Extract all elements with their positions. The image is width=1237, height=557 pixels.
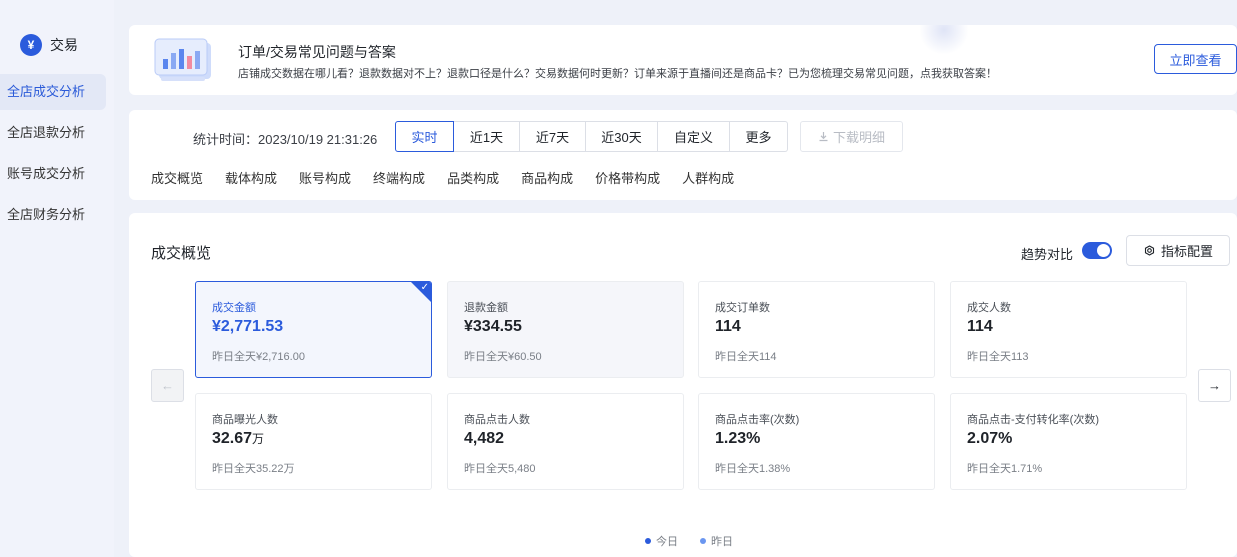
analysis-tabs: 成交概览 载体构成 账号构成 终端构成 品类构成 商品构成 价格带构成 人群构成 [151,168,756,187]
view-now-button[interactable]: 立即查看 [1154,44,1237,74]
tab-terminal[interactable]: 终端构成 [373,168,425,187]
prev-page-button[interactable]: ← [151,369,184,402]
gear-icon [1144,245,1155,256]
tab-account[interactable]: 账号构成 [299,168,351,187]
yuan-icon: ¥ [20,34,42,56]
range-30d-button[interactable]: 近30天 [586,121,658,152]
metric-card-deal-buyers[interactable]: 成交人数 114 昨日全天113 [950,281,1187,378]
metric-label: 商品点击-支付转化率(次数) [967,414,1099,426]
tab-category[interactable]: 品类构成 [447,168,499,187]
metric-yesterday: 昨日全天5,480 [464,463,536,475]
metric-value: 2.07% [967,430,1013,447]
banner-decoration [919,25,969,55]
download-label: 下载明细 [832,130,885,145]
tab-deal-overview[interactable]: 成交概览 [151,168,203,187]
metric-card-click-rate[interactable]: 商品点击率(次数) 1.23% 昨日全天1.38% [698,393,935,490]
legend-yesterday: 昨日 [700,533,733,549]
trend-compare-toggle[interactable] [1082,242,1112,259]
banner-title: 订单/交易常见问题与答案 [238,44,396,60]
brand-label: 交易 [50,37,78,53]
report-illustration-icon [154,38,211,81]
tab-audience[interactable]: 人群构成 [682,168,734,187]
metric-label: 退款金额 [464,302,508,314]
faq-banner: 订单/交易常见问题与答案 店铺成交数据在哪儿看？退款数据对不上？退款口径是什么？… [129,25,1237,95]
metric-value: ¥2,771.53 [212,318,284,335]
metric-label: 成交人数 [967,302,1011,314]
toggle-knob [1097,244,1110,257]
metric-label: 成交订单数 [715,302,770,314]
legend-dot-yesterday [700,538,706,544]
check-icon: ✓ [420,282,429,293]
metric-config-label: 指标配置 [1160,244,1213,259]
metric-value: 4,482 [464,430,505,447]
range-realtime-button[interactable]: 实时 [395,121,454,152]
tab-carrier[interactable]: 载体构成 [225,168,277,187]
legend-dot-today [645,538,651,544]
sidebar: ¥ 交易 全店成交分析 全店退款分析 账号成交分析 全店财务分析 [0,0,114,557]
metric-value: 114 [715,318,741,335]
metric-label: 商品点击率(次数) [715,414,800,426]
tab-price-band[interactable]: 价格带构成 [595,168,660,187]
range-1d-button[interactable]: 近1天 [454,121,520,152]
brand: ¥ 交易 [20,32,78,58]
sidebar-item-store-finance-analysis[interactable]: 全店财务分析 [0,197,106,233]
sidebar-item-store-refund-analysis[interactable]: 全店退款分析 [0,115,106,151]
range-more-button[interactable]: 更多 [730,121,788,152]
metric-card-click-pay-conversion[interactable]: 商品点击-支付转化率(次数) 2.07% 昨日全天1.71% [950,393,1187,490]
time-range-selector: 实时 近1天 近7天 近30天 自定义 更多 [395,121,788,152]
legend-today: 今日 [645,533,678,549]
range-7d-button[interactable]: 近7天 [520,121,586,152]
range-custom-button[interactable]: 自定义 [658,121,730,152]
sidebar-item-account-deal-analysis[interactable]: 账号成交分析 [0,156,106,192]
chart-legend: 今日 昨日 [645,533,733,549]
download-icon [819,132,828,142]
metric-config-button[interactable]: 指标配置 [1126,235,1230,266]
legend-today-label: 今日 [656,536,678,548]
deal-overview-panel: 成交概览 趋势对比 指标配置 ← → ✓ 成交金额 ¥2,771.53 昨日全天… [129,213,1237,557]
metric-label: 成交金额 [212,302,256,314]
arrow-left-icon: ← [161,378,174,393]
metric-yesterday: 昨日全天113 [967,351,1029,363]
arrow-right-icon: → [1208,378,1221,393]
metric-value: 114 [967,318,993,335]
banner-description: 店铺成交数据在哪儿看？退款数据对不上？退款口径是什么？交易数据何时更新？订单来源… [238,68,997,80]
metric-yesterday: 昨日全天1.71% [967,463,1043,475]
trend-compare-label: 趋势对比 [1021,247,1074,262]
metric-value: 1.23% [715,430,761,447]
metric-card-product-exposure[interactable]: 商品曝光人数 32.67万 昨日全天35.22万 [195,393,432,490]
stat-time: 统计时间：2023/10/19 21:31:26 [193,132,378,147]
filter-panel: 统计时间：2023/10/19 21:31:26 实时 近1天 近7天 近30天… [129,110,1237,200]
metric-label: 商品曝光人数 [212,414,278,426]
metric-card-deal-amount[interactable]: ✓ 成交金额 ¥2,771.53 昨日全天¥2,716.00 [195,281,432,378]
metric-card-refund-amount[interactable]: 退款金额 ¥334.55 昨日全天¥60.50 [447,281,684,378]
metric-value: 32.67万 [212,430,265,447]
metric-yesterday: 昨日全天¥2,716.00 [212,351,305,363]
next-page-button[interactable]: → [1198,369,1231,402]
legend-yesterday-label: 昨日 [711,536,733,548]
metric-card-product-clicks[interactable]: 商品点击人数 4,482 昨日全天5,480 [447,393,684,490]
metric-yesterday: 昨日全天114 [715,351,777,363]
tab-product[interactable]: 商品构成 [521,168,573,187]
metric-yesterday: 昨日全天¥60.50 [464,351,542,363]
metric-yesterday: 昨日全天35.22万 [212,463,295,475]
section-title: 成交概览 [151,245,212,262]
sidebar-item-store-deal-analysis[interactable]: 全店成交分析 [0,74,106,110]
metric-label: 商品点击人数 [464,414,530,426]
metric-value: ¥334.55 [464,318,522,335]
sidebar-nav: 全店成交分析 全店退款分析 账号成交分析 全店财务分析 [0,74,106,238]
metric-yesterday: 昨日全天1.38% [715,463,791,475]
download-details-button[interactable]: 下载明细 [800,121,903,152]
metric-card-deal-orders[interactable]: 成交订单数 114 昨日全天114 [698,281,935,378]
